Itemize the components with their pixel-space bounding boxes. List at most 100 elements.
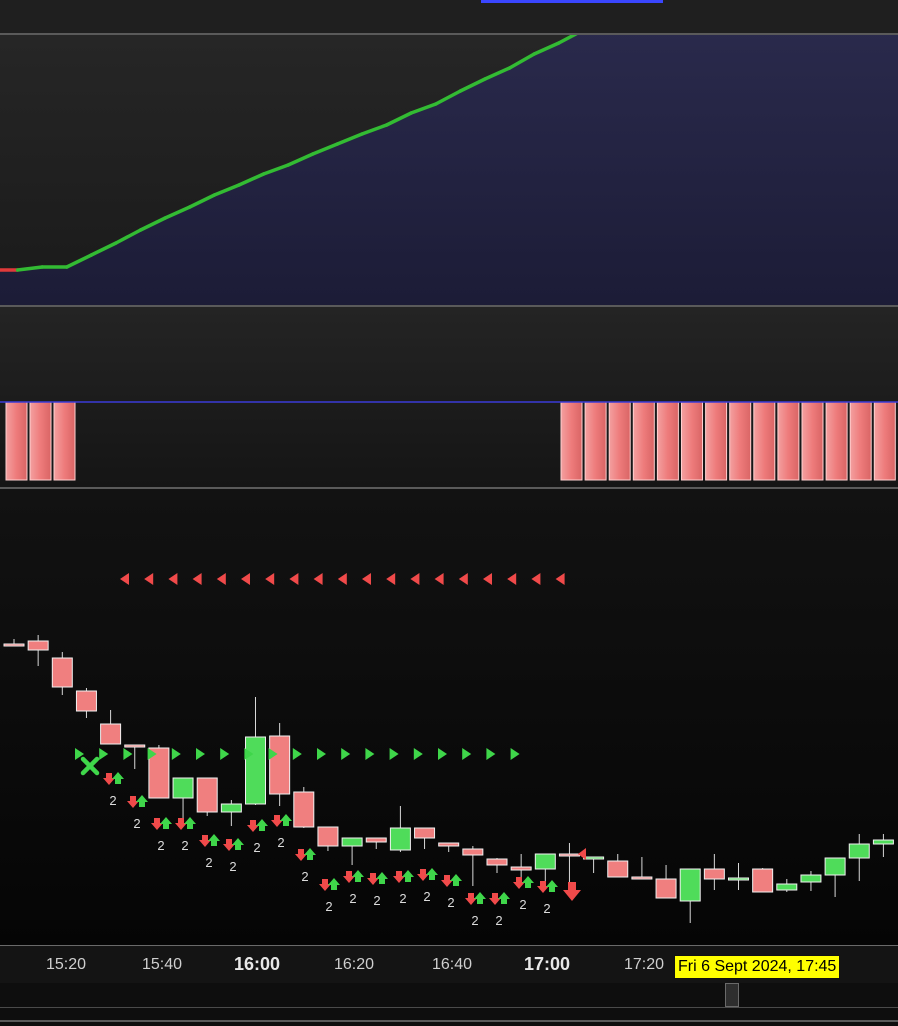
trend-indicator-plot — [0, 27, 898, 305]
sell-zone-marker — [265, 573, 275, 585]
sell-zone-marker — [578, 848, 586, 860]
signal-count-label: 2 — [253, 840, 260, 855]
signal-count-label: 2 — [399, 891, 406, 906]
candle-body — [293, 791, 315, 828]
candle-body — [510, 866, 532, 871]
candle-body — [414, 827, 436, 839]
candle-body — [486, 858, 508, 866]
time-tick-label: 16:00 — [233, 954, 281, 974]
up-arrow-signal — [546, 880, 558, 892]
up-arrow-signal — [352, 870, 364, 882]
buy-zone-marker — [462, 748, 472, 760]
histogram-bar — [608, 401, 631, 481]
signal-count-label: 2 — [181, 838, 188, 853]
candle-body — [269, 735, 291, 795]
signal-count-label: 2 — [423, 889, 430, 904]
up-arrow-signal — [450, 874, 462, 886]
signal-count-label: 2 — [205, 855, 212, 870]
buy-zone-marker — [317, 748, 326, 760]
buy-zone-marker — [99, 748, 109, 760]
sell-zone-marker — [507, 573, 517, 585]
candle-body — [703, 868, 725, 880]
buy-zone-marker — [220, 748, 230, 760]
candle-body — [534, 853, 556, 870]
histogram-bar — [801, 401, 824, 481]
time-tick-label: 15:20 — [45, 956, 87, 973]
up-arrow-signal — [208, 834, 220, 846]
up-arrow-signal — [184, 817, 196, 829]
time-tick-label: 17:20 — [623, 956, 665, 973]
candle-body — [172, 777, 194, 799]
sell-zone-marker — [362, 573, 371, 585]
candle-body — [317, 826, 339, 847]
instrument-link[interactable] — [481, 0, 663, 3]
histogram-bar — [5, 401, 28, 481]
strong-sell-arrow — [563, 882, 581, 901]
scrollbar-thumb[interactable] — [725, 983, 739, 1007]
up-arrow-signal — [112, 772, 124, 784]
candle-body — [655, 878, 677, 899]
candle-body — [341, 837, 363, 847]
candle-body — [100, 723, 122, 745]
histogram-bar — [53, 401, 76, 481]
buy-zone-marker — [510, 748, 520, 760]
horizontal-scrollbar[interactable] — [0, 983, 898, 1026]
sell-zone-marker — [410, 573, 420, 585]
time-tick-label: 17:00 — [523, 954, 571, 974]
candle-body — [365, 837, 387, 843]
candle-body — [438, 842, 460, 847]
scrollbar-track[interactable] — [0, 983, 898, 1008]
signal-count-label: 2 — [277, 835, 284, 850]
sell-zone-marker — [192, 573, 202, 585]
candle-body — [389, 827, 411, 851]
up-arrow-signal — [402, 870, 414, 882]
buy-zone-marker — [171, 748, 181, 760]
candle-body — [220, 803, 242, 813]
sell-zone-marker — [337, 573, 347, 585]
sell-zone-marker — [241, 573, 250, 585]
time-tick-label: 16:40 — [431, 956, 473, 973]
sell-zone-marker — [120, 573, 129, 585]
candle-body — [631, 876, 653, 880]
buy-zone-marker — [413, 748, 423, 760]
candle-body — [462, 848, 484, 856]
up-arrow-signal — [232, 838, 244, 850]
buy-zone-marker — [123, 748, 133, 760]
sell-zone-marker — [144, 573, 154, 585]
sell-zone-marker — [458, 573, 468, 585]
histogram-bar — [753, 401, 776, 481]
sell-zone-marker — [216, 573, 226, 585]
histogram-bar — [705, 401, 728, 481]
time-axis[interactable]: 15:20 15:40 16:00 16:20 16:40 17:00 17:20 Fri … — [0, 945, 898, 984]
up-arrow-signal — [280, 814, 292, 826]
sell-zone-marker — [531, 573, 541, 585]
histogram-indicator-panel[interactable] — [0, 307, 898, 487]
signal-count-label: 2 — [157, 838, 164, 853]
candle-body — [872, 839, 894, 845]
candle-body — [124, 744, 146, 748]
histogram-bar — [873, 401, 896, 481]
candle-body — [607, 860, 629, 878]
candle-body — [752, 868, 774, 893]
histogram-plot — [0, 401, 898, 481]
price-chart-panel[interactable]: 2 2 2 2 2 2 2 2 2 2 2 2 2 2 2 2 2 2 2 — [0, 489, 898, 945]
up-arrow-signal — [160, 817, 172, 829]
sell-zone-marker — [483, 573, 492, 585]
crosshair-date-label: Fri 6 Sept 2024, 17:45 — [674, 955, 841, 979]
buy-zone-marker — [365, 748, 375, 760]
signal-count-label: 2 — [543, 901, 550, 916]
signal-count-label: 2 — [301, 869, 308, 884]
signal-count-label: 2 — [109, 793, 116, 808]
candle-body — [51, 657, 73, 688]
up-arrow-signal — [136, 795, 148, 807]
signal-count-label: 2 — [519, 897, 526, 912]
candle-body — [848, 843, 870, 859]
signal-count-label: 2 — [373, 893, 380, 908]
trend-indicator-panel[interactable] — [0, 27, 898, 305]
buy-zone-marker — [389, 748, 399, 760]
time-tick-label: 16:20 — [333, 956, 375, 973]
signal-count-label: 2 — [349, 891, 356, 906]
histogram-bar — [632, 401, 655, 481]
chart-header-strip — [0, 0, 898, 35]
signal-count-label: 2 — [133, 816, 140, 831]
